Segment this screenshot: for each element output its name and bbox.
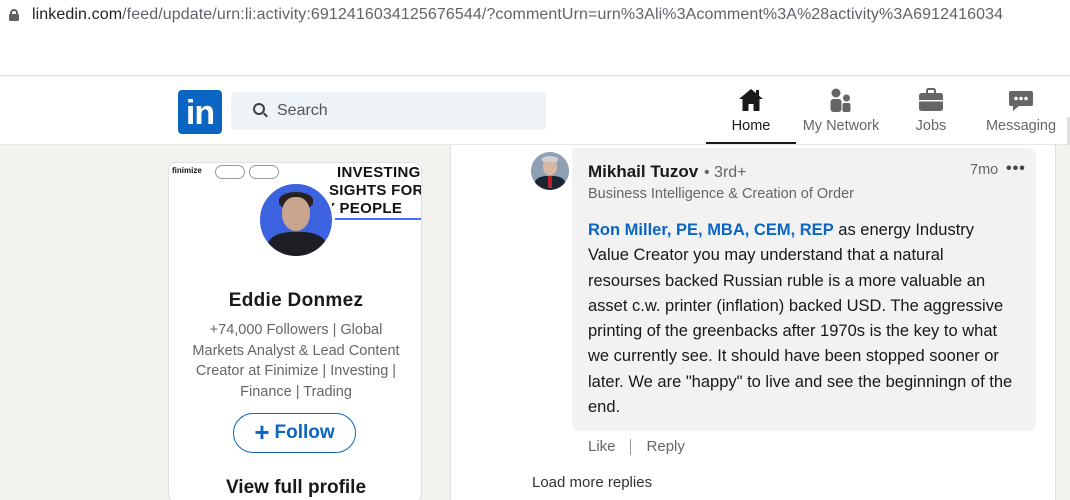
linkedin-logo-icon[interactable]: in	[178, 90, 222, 134]
connection-degree: • 3rd+	[704, 164, 747, 181]
lock-icon	[9, 9, 19, 21]
laurel-icon	[249, 165, 279, 179]
action-divider	[629, 438, 631, 455]
comment-author-headline: Business Intelligence & Creation of Orde…	[588, 186, 854, 202]
comment-actions: Like Reply	[588, 438, 685, 455]
nav-jobs-label: Jobs	[915, 118, 947, 134]
browser-toolbar-area	[0, 30, 1070, 76]
banner-text-line: SIGHTS FOR	[329, 182, 422, 199]
comment-text: as energy Industry Value Creator you may…	[588, 221, 1013, 417]
active-tab-indicator	[706, 142, 796, 144]
banner-brand: finimize	[172, 166, 202, 175]
profile-card: finimize INVESTING SIGHTS FOR Y PEOPLE E…	[168, 162, 422, 500]
profile-headline: +74,000 Followers | Global Markets Analy…	[192, 322, 400, 400]
search-input[interactable]	[277, 102, 527, 120]
nav-home-label: Home	[731, 118, 771, 134]
banner-text-line: Y PEOPLE	[325, 200, 403, 217]
nav-home[interactable]: Home	[706, 86, 796, 144]
search-box[interactable]	[231, 92, 546, 130]
comment-author-name[interactable]: Mikhail Tuzov	[588, 162, 698, 182]
plus-icon: +	[254, 416, 270, 447]
mention-link[interactable]: Ron Miller, PE, MBA, CEM, REP	[588, 221, 834, 239]
home-icon	[737, 86, 765, 114]
comment-thread: Mikhail Tuzov • 3rd+ Business Intelligen…	[450, 145, 1056, 500]
like-button[interactable]: Like	[588, 438, 616, 455]
top-nav: in Home My Network Jobs Messaging	[0, 77, 1070, 145]
load-more-replies-button[interactable]: Load more replies	[532, 474, 652, 491]
banner-text-line: INVESTING	[337, 164, 421, 181]
message-icon	[1007, 86, 1035, 114]
nav-messaging[interactable]: Messaging	[976, 86, 1066, 144]
browser-address-bar[interactable]: linkedin.com/feed/update/urn:li:activity…	[0, 0, 1070, 30]
network-icon	[827, 86, 855, 114]
laurel-icon	[215, 165, 245, 179]
comment-timestamp: 7mo	[970, 162, 999, 178]
briefcase-icon	[917, 86, 945, 114]
comment-bubble: Mikhail Tuzov • 3rd+ Business Intelligen…	[572, 148, 1036, 431]
reply-button[interactable]: Reply	[647, 438, 685, 455]
more-options-icon[interactable]: •••	[1006, 160, 1026, 178]
nav-jobs[interactable]: Jobs	[886, 86, 976, 144]
search-icon	[253, 103, 269, 119]
profile-name[interactable]: Eddie Donmez	[169, 290, 421, 312]
url-text[interactable]: linkedin.com/feed/update/urn:li:activity…	[32, 6, 1003, 24]
follow-button[interactable]: + Follow	[233, 413, 356, 453]
nav-my-network-label: My Network	[802, 118, 880, 134]
nav-messaging-label: Messaging	[985, 118, 1057, 134]
comment-body: Ron Miller, PE, MBA, CEM, REP as energy …	[588, 218, 1018, 420]
commenter-avatar[interactable]	[531, 152, 569, 190]
view-full-profile-link[interactable]: View full profile	[169, 477, 421, 499]
profile-avatar[interactable]	[257, 181, 335, 259]
follow-label: Follow	[274, 422, 335, 443]
nav-my-network[interactable]: My Network	[796, 86, 886, 144]
